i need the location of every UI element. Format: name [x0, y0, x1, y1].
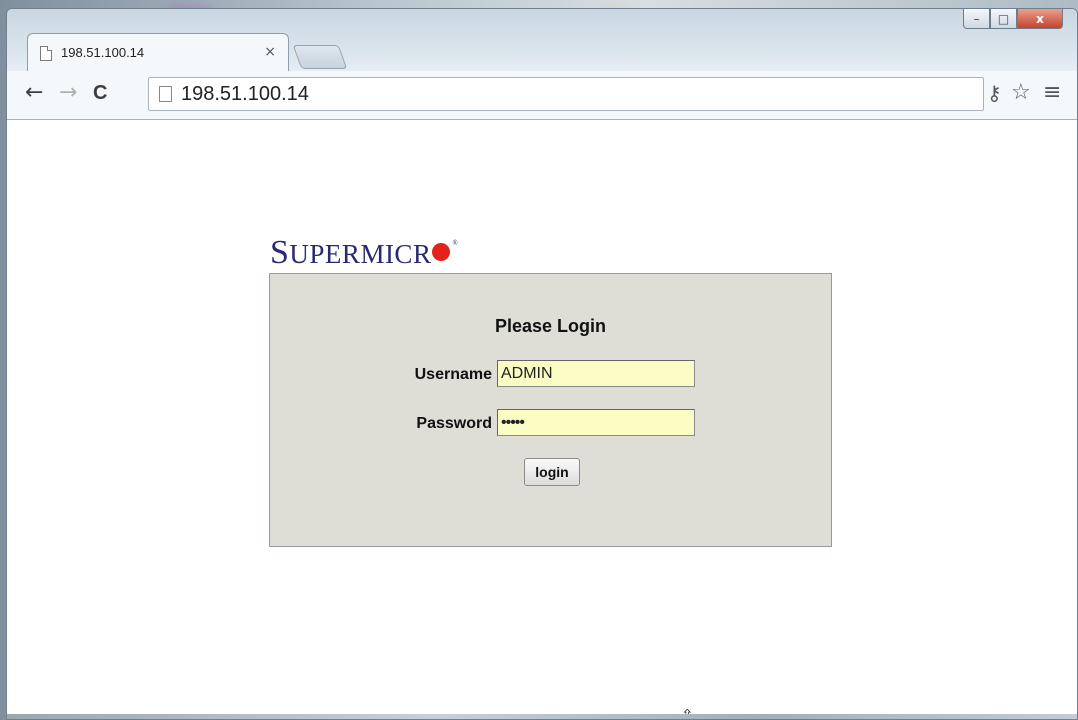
supermicro-logo: SUPERMICR ® — [270, 223, 458, 274]
password-input[interactable] — [497, 409, 695, 436]
back-arrow-icon[interactable]: ← — [25, 81, 43, 105]
reload-icon[interactable]: C — [93, 81, 107, 105]
tab-title: 198.51.100.14 — [61, 45, 145, 60]
title-bar: – □ x 198.51.100.14 × — [7, 9, 1077, 71]
page-icon — [40, 46, 52, 61]
browser-toolbar: ← → C 198.51.100.14 ⚷ ☆ ≡ — [7, 71, 1077, 120]
address-url[interactable]: 198.51.100.14 — [181, 83, 309, 106]
new-tab-button[interactable] — [292, 45, 348, 69]
star-bookmark-icon[interactable]: ☆ — [1011, 81, 1031, 105]
window-bottom-edge — [7, 714, 1077, 719]
maximize-button[interactable]: □ — [990, 9, 1017, 29]
logo-text-small: UPERMICR — [289, 239, 432, 269]
menu-icon[interactable]: ≡ — [1043, 81, 1061, 105]
page-viewport: SUPERMICR ® Please Login Username Passwor… — [7, 120, 1077, 719]
browser-window: – □ x 198.51.100.14 × ← → C 198.51.100.1… — [6, 8, 1078, 720]
username-input[interactable] — [497, 360, 695, 387]
logo-text-big: S — [270, 234, 290, 271]
close-window-button[interactable]: x — [1017, 9, 1063, 29]
window-caption-buttons: – □ x — [963, 9, 1063, 29]
password-label: Password — [416, 415, 492, 432]
key-icon[interactable]: ⚷ — [987, 81, 1002, 105]
logo-registered-mark: ® — [452, 239, 459, 247]
logo-red-dot — [432, 243, 451, 261]
login-button[interactable]: login — [524, 458, 580, 486]
login-title: Please Login — [494, 316, 607, 336]
page-icon — [159, 86, 172, 102]
forward-arrow-icon[interactable]: → — [59, 81, 77, 105]
username-label: Username — [414, 366, 492, 383]
minimize-button[interactable]: – — [963, 9, 990, 29]
login-panel: Please Login Username Password login — [269, 273, 832, 547]
tab-close-icon[interactable]: × — [264, 44, 276, 60]
tab-active[interactable]: 198.51.100.14 × — [27, 33, 289, 71]
address-bar[interactable]: 198.51.100.14 — [148, 77, 984, 111]
